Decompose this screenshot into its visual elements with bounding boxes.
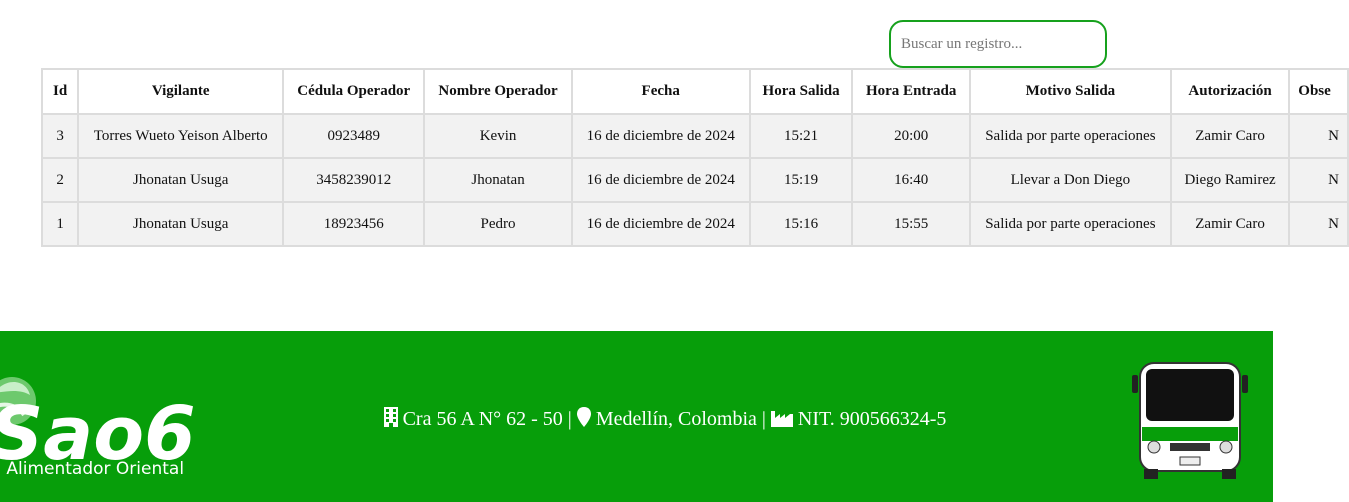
cell-hora-entrada: 16:40 xyxy=(851,157,971,203)
header-hora-salida: Hora Salida xyxy=(748,68,854,115)
location-pin-icon xyxy=(576,407,591,427)
cell-hora-salida: 15:16 xyxy=(748,201,854,247)
cell-cedula: 3458239012 xyxy=(282,157,426,203)
cell-nombre: Jhonatan xyxy=(423,157,573,203)
cell-vigilante: Jhonatan Usuga xyxy=(77,201,285,247)
cell-hora-entrada: 20:00 xyxy=(851,113,971,159)
city-text: Medellín, Colombia xyxy=(595,408,757,430)
cell-fecha: 16 de diciembre de 2024 xyxy=(570,201,751,247)
cell-fecha: 16 de diciembre de 2024 xyxy=(570,113,751,159)
header-fecha: Fecha xyxy=(570,68,751,115)
cell-motivo: Salida por parte operaciones xyxy=(968,201,1172,247)
header-autorizacion: Autorización xyxy=(1169,68,1291,115)
separator: | xyxy=(761,408,766,430)
cell-nombre: Kevin xyxy=(423,113,573,159)
cell-motivo: Llevar a Don Diego xyxy=(968,157,1172,203)
separator: | xyxy=(567,408,572,430)
header-observaciones: Obse xyxy=(1288,68,1349,115)
cell-nombre: Pedro xyxy=(423,201,573,247)
industry-icon xyxy=(770,411,793,427)
header-id: Id xyxy=(40,68,80,115)
cell-cedula: 0923489 xyxy=(282,113,426,159)
cell-hora-salida: 15:19 xyxy=(748,157,854,203)
cell-id: 3 xyxy=(40,113,80,159)
brand-tagline: ma Alimentador Oriental xyxy=(0,459,185,479)
bus-image xyxy=(1132,362,1248,479)
table-row: 2 Jhonatan Usuga 3458239012 Jhonatan 16 … xyxy=(40,157,1349,203)
table-row: 3 Torres Wueto Yeison Alberto 0923489 Ke… xyxy=(40,113,1349,159)
cell-observaciones: N xyxy=(1288,157,1349,203)
footer: Sao6 ma Alimentador Oriental Cra 56 A N°… xyxy=(0,331,1273,502)
header-motivo-salida: Motivo Salida xyxy=(968,68,1172,115)
search-input[interactable] xyxy=(889,20,1107,68)
records-table: Id Vigilante Cédula Operador Nombre Oper… xyxy=(40,68,1349,247)
records-table-container: Id Vigilante Cédula Operador Nombre Oper… xyxy=(40,68,1349,247)
table-header-row: Id Vigilante Cédula Operador Nombre Oper… xyxy=(40,68,1349,115)
header-nombre-operador: Nombre Operador xyxy=(423,68,573,115)
cell-motivo: Salida por parte operaciones xyxy=(968,113,1172,159)
cell-hora-salida: 15:21 xyxy=(748,113,854,159)
cell-hora-entrada: 15:55 xyxy=(851,201,971,247)
cell-cedula: 18923456 xyxy=(282,201,426,247)
header-vigilante: Vigilante xyxy=(77,68,285,115)
nit-text: NIT. 900566324-5 xyxy=(797,408,947,430)
cell-observaciones: N xyxy=(1288,201,1349,247)
cell-observaciones: N xyxy=(1288,113,1349,159)
cell-autorizacion: Zamir Caro xyxy=(1169,113,1291,159)
cell-autorizacion: Zamir Caro xyxy=(1169,201,1291,247)
header-cedula-operador: Cédula Operador xyxy=(282,68,426,115)
address-text: Cra 56 A N° 62 - 50 xyxy=(402,408,563,430)
cell-id: 1 xyxy=(40,201,80,247)
search-container xyxy=(889,20,1107,68)
header-hora-entrada: Hora Entrada xyxy=(851,68,971,115)
cell-autorizacion: Diego Ramirez xyxy=(1169,157,1291,203)
building-icon xyxy=(383,407,398,427)
cell-vigilante: Jhonatan Usuga xyxy=(77,157,285,203)
table-row: 1 Jhonatan Usuga 18923456 Pedro 16 de di… xyxy=(40,201,1349,247)
cell-id: 2 xyxy=(40,157,80,203)
cell-vigilante: Torres Wueto Yeison Alberto xyxy=(77,113,285,159)
cell-fecha: 16 de diciembre de 2024 xyxy=(570,157,751,203)
